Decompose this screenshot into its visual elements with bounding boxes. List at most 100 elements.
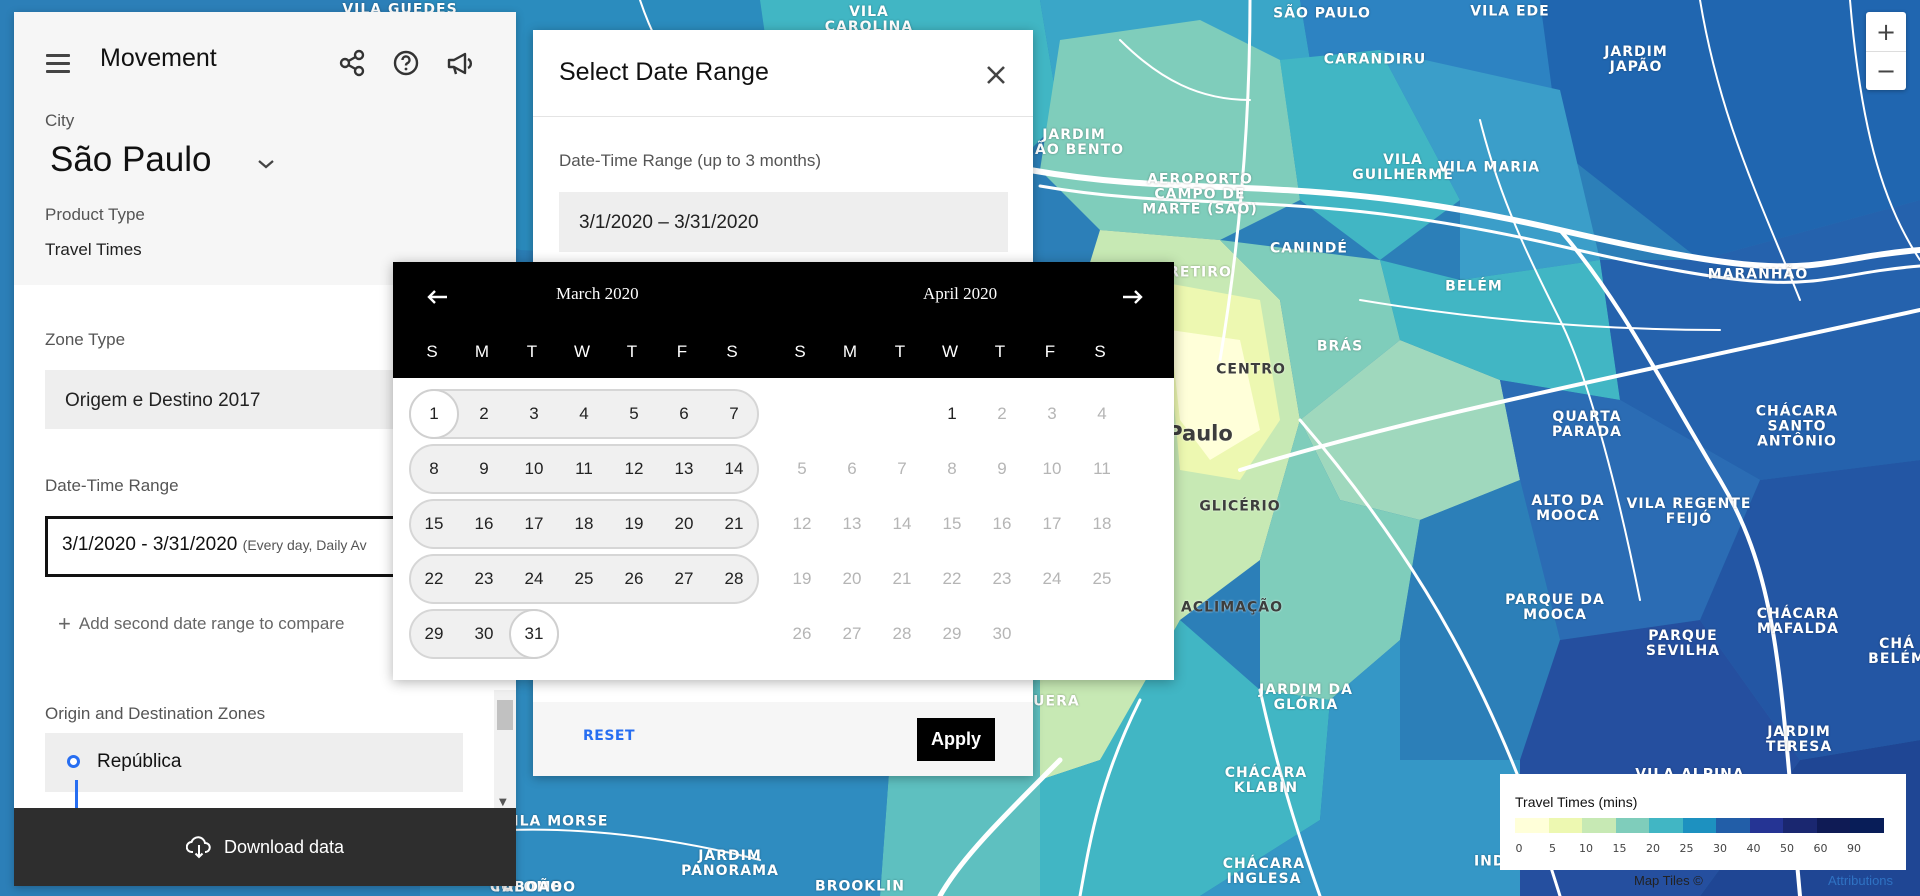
calendar-day-march[interactable]: 16 — [459, 499, 509, 549]
calendar-day-march[interactable]: 2 — [459, 389, 509, 439]
calendar-day-april[interactable]: 5 — [777, 444, 827, 494]
calendar-day-march[interactable]: 6 — [659, 389, 709, 439]
calendar-day-march[interactable]: 20 — [659, 499, 709, 549]
calendar-day-april[interactable]: 9 — [977, 444, 1027, 494]
scrollbar-thumb[interactable] — [497, 700, 513, 730]
add-range-label: Add second date range to compare — [78, 614, 345, 633]
calendar-day-march[interactable]: 11 — [559, 444, 609, 494]
calendar-day-march[interactable]: 24 — [509, 554, 559, 604]
weekday-label: T — [894, 342, 906, 361]
calendar-day-march[interactable]: 9 — [459, 444, 509, 494]
calendar-day-april[interactable]: 4 — [1077, 389, 1127, 439]
calendar-day-april[interactable]: 28 — [877, 609, 927, 659]
add-date-range-button[interactable]: + Add second date range to compare — [58, 611, 344, 637]
attributions-link[interactable]: Attributions — [1828, 873, 1893, 888]
calendar-day-april[interactable]: 6 — [827, 444, 877, 494]
calendar-day-march[interactable]: 18 — [559, 499, 609, 549]
weekday-label: M — [842, 342, 858, 361]
reset-button[interactable]: RESET — [583, 728, 635, 744]
calendar-day-april[interactable]: 2 — [977, 389, 1027, 439]
calendar-day-march[interactable]: 26 — [609, 554, 659, 604]
calendar-day-march[interactable]: 13 — [659, 444, 709, 494]
map-label: MARANHÃO — [1707, 266, 1809, 283]
calendar-day-march[interactable]: 28 — [709, 554, 759, 604]
calendar-day-march[interactable]: 3 — [509, 389, 559, 439]
map-label: JARDIM JAPÃO — [1604, 44, 1668, 75]
download-data-button[interactable]: Download data — [14, 808, 516, 886]
calendar-day-march[interactable]: 12 — [609, 444, 659, 494]
map-label: Aeroporto Campo de Marte (SAO) — [1142, 171, 1258, 218]
calendar-day-april[interactable]: 11 — [1077, 444, 1127, 494]
map-label: VILA MORSE — [501, 813, 609, 830]
map-label: JARDIM DA GLÓRIA — [1259, 682, 1353, 713]
close-icon[interactable] — [983, 62, 1009, 88]
zoom-in-button[interactable]: + — [1866, 12, 1906, 51]
calendar-day-april[interactable]: 24 — [1027, 554, 1077, 604]
calendar-day-april[interactable]: 12 — [777, 499, 827, 549]
calendar-day-april[interactable]: 13 — [827, 499, 877, 549]
arrow-right-icon[interactable] — [1117, 284, 1147, 310]
map-label: BELÉM — [1445, 278, 1503, 295]
calendar-day-april[interactable]: 8 — [927, 444, 977, 494]
calendar-day-march[interactable]: 27 — [659, 554, 709, 604]
calendar-day-april[interactable]: 15 — [927, 499, 977, 549]
calendar-day-march[interactable]: 31 — [509, 609, 559, 659]
calendar-day-april[interactable]: 14 — [877, 499, 927, 549]
apply-button[interactable]: Apply — [917, 718, 995, 761]
calendar-day-april[interactable]: 27 — [827, 609, 877, 659]
zoom-out-button[interactable]: − — [1866, 51, 1906, 90]
calendar-day-april[interactable]: 23 — [977, 554, 1027, 604]
map-label: VILA MARIA — [1437, 159, 1541, 176]
calendar-day-march[interactable]: 21 — [709, 499, 759, 549]
date-range-input[interactable]: 3/1/2020 – 3/31/2020 — [559, 192, 1008, 252]
weekday-label: W — [941, 342, 959, 361]
share-icon[interactable] — [337, 48, 367, 78]
weekday-label: M — [474, 342, 490, 361]
calendar-day-april[interactable]: 16 — [977, 499, 1027, 549]
hamburger-icon[interactable] — [46, 54, 70, 73]
calendar-day-april[interactable]: 17 — [1027, 499, 1077, 549]
arrow-left-icon[interactable] — [423, 284, 453, 310]
calendar-day-april[interactable]: 30 — [977, 609, 1027, 659]
calendar-day-march[interactable]: 5 — [609, 389, 659, 439]
calendar-day-march[interactable]: 23 — [459, 554, 509, 604]
calendar-day-april[interactable]: 3 — [1027, 389, 1077, 439]
plus-icon: + — [58, 611, 71, 636]
calendar-day-april[interactable]: 19 — [777, 554, 827, 604]
calendar-day-april[interactable]: 25 — [1077, 554, 1127, 604]
calendar-day-april[interactable]: 10 — [1027, 444, 1077, 494]
calendar-day-march[interactable]: 25 — [559, 554, 609, 604]
calendar-day-march[interactable]: 17 — [509, 499, 559, 549]
city-select[interactable]: São Paulo — [50, 140, 212, 180]
calendar-day-april[interactable]: 21 — [877, 554, 927, 604]
calendar-day-march[interactable]: 4 — [559, 389, 609, 439]
panel-header: Movement City São Paulo Product Type Tra… — [14, 12, 516, 285]
calendar-day-march[interactable]: 7 — [709, 389, 759, 439]
calendar-day-april[interactable]: 20 — [827, 554, 877, 604]
calendar-popover: March 2020 April 2020 SMTWTFSSMTWTFS 123… — [393, 262, 1174, 680]
help-icon[interactable] — [391, 48, 421, 78]
calendar-day-march[interactable]: 19 — [609, 499, 659, 549]
calendar-day-april[interactable]: 1 — [927, 389, 977, 439]
calendar-day-march[interactable]: 30 — [459, 609, 509, 659]
chevron-down-icon[interactable] — [254, 152, 278, 176]
product-type-value[interactable]: Travel Times — [45, 240, 142, 260]
calendar-day-april[interactable]: 18 — [1077, 499, 1127, 549]
scroll-down-icon[interactable]: ▼ — [499, 797, 507, 808]
calendar-day-march[interactable]: 22 — [409, 554, 459, 604]
megaphone-icon[interactable] — [445, 48, 475, 78]
calendar-day-april[interactable]: 26 — [777, 609, 827, 659]
calendar-day-march[interactable]: 8 — [409, 444, 459, 494]
calendar-day-april[interactable]: 22 — [927, 554, 977, 604]
calendar-day-march[interactable]: 15 — [409, 499, 459, 549]
origin-zone-field[interactable]: República — [45, 733, 463, 792]
legend-swatch — [1548, 818, 1582, 833]
calendar-day-march[interactable]: 10 — [509, 444, 559, 494]
calendar-day-march[interactable]: 29 — [409, 609, 459, 659]
legend-tick-label: 30 — [1713, 842, 1727, 855]
calendar-day-march[interactable]: 14 — [709, 444, 759, 494]
calendar-day-march[interactable]: 1 — [409, 389, 459, 439]
calendar-day-april[interactable]: 29 — [927, 609, 977, 659]
weekday-label: F — [676, 342, 688, 361]
calendar-day-april[interactable]: 7 — [877, 444, 927, 494]
